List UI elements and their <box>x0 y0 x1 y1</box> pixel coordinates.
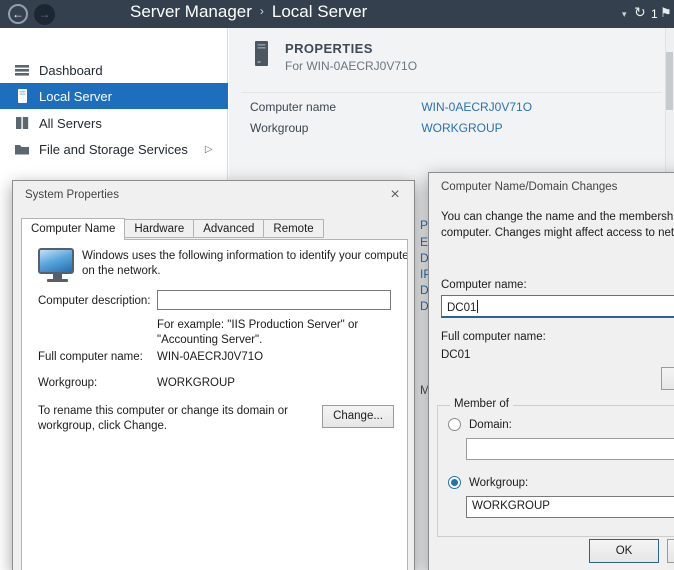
tab-remote[interactable]: Remote <box>264 219 323 238</box>
scrollbar-thumb[interactable] <box>666 52 673 110</box>
sidebar-item-dashboard[interactable]: Dashboard <box>0 57 228 83</box>
domain-radio[interactable]: Domain: <box>448 418 512 431</box>
dialog-title: System Properties <box>25 189 119 201</box>
dialog-intro-text: You can change the name and the membersh… <box>441 209 674 241</box>
sidebar-item-label: Dashboard <box>39 63 103 78</box>
intro-line: on the network. <box>82 264 408 279</box>
dialog-title: Computer Name/Domain Changes <box>441 181 617 193</box>
rename-line: To rename this computer or change its do… <box>38 404 288 419</box>
full-computer-name-value: WIN-0AECRJ0V71O <box>157 351 263 363</box>
storage-icon <box>14 141 30 157</box>
tab-computer-name[interactable]: Computer Name <box>21 218 125 240</box>
tab-advanced[interactable]: Advanced <box>194 219 264 238</box>
server-manager-window: ← → Server Manager›Local Server ▾ ↻ 1 ⚑ … <box>0 0 674 570</box>
properties-title: PROPERTIES <box>285 41 373 56</box>
rename-line: workgroup, click Change. <box>38 419 288 434</box>
forward-arrow-icon[interactable]: → <box>34 4 55 25</box>
intro-line: You can change the name and the membersh… <box>441 209 674 225</box>
expand-arrow-icon[interactable]: ▷ <box>205 144 213 155</box>
workgroup-input-value: WORKGROUP <box>472 500 550 512</box>
example-hint-text: For example: "IIS Production Server" or … <box>157 318 358 348</box>
system-properties-dialog: System Properties × Computer Name Hardwa… <box>12 180 415 570</box>
sidebar-item-label: All Servers <box>39 116 102 131</box>
server-icon <box>14 88 30 104</box>
workgroup-value: WORKGROUP <box>157 377 235 389</box>
sidebar-item-all-servers[interactable]: All Servers <box>0 110 228 136</box>
text-cursor <box>477 300 478 313</box>
change-button[interactable]: Change... <box>322 405 394 428</box>
back-arrow-icon[interactable]: ← <box>8 4 28 24</box>
chevron-down-icon[interactable]: ▾ <box>622 9 627 20</box>
member-of-label: Member of <box>450 398 513 410</box>
workgroup-input[interactable]: WORKGROUP <box>466 496 674 518</box>
computer-name-domain-changes-dialog: Computer Name/Domain Changes You can cha… <box>428 172 674 570</box>
sidebar-item-label: Local Server <box>39 89 112 104</box>
radio-checked-icon[interactable] <box>448 476 461 489</box>
sidebar-item-local-server[interactable]: Local Server <box>0 83 228 109</box>
server-tower-icon <box>253 40 271 71</box>
cancel-button-clipped[interactable] <box>667 539 674 563</box>
intro-line: computer. Changes might affect access to… <box>441 225 674 241</box>
computer-name-label: Computer name: <box>441 279 527 291</box>
computer-name-input-value: DC01 <box>447 302 476 314</box>
notification-count-badge: 1 <box>651 7 658 21</box>
intro-line: Windows uses the following information t… <box>82 249 408 264</box>
domain-radio-label: Domain: <box>469 419 512 431</box>
more-button-clipped[interactable] <box>661 367 674 390</box>
breadcrumb: Server Manager › Local Server <box>130 2 367 22</box>
example-line: For example: "IIS Production Server" or <box>157 318 358 333</box>
domain-input[interactable] <box>466 438 674 460</box>
divider <box>241 92 662 93</box>
monitor-icon <box>38 248 76 282</box>
full-computer-name-value: DC01 <box>441 349 470 361</box>
workgroup-link[interactable]: WORKGROUP <box>421 121 502 135</box>
dashboard-icon <box>14 62 30 78</box>
member-of-groupbox: Member of Domain: Workgroup: WORKGROUP <box>437 405 674 537</box>
full-computer-name-label: Full computer name: <box>38 351 143 363</box>
rename-hint-text: To rename this computer or change its do… <box>38 404 288 434</box>
dialog-intro-text: Windows uses the following information t… <box>82 249 408 279</box>
example-line: "Accounting Server". <box>157 333 358 348</box>
breadcrumb-location[interactable]: Local Server <box>272 2 367 21</box>
workgroup-radio-label: Workgroup: <box>469 477 528 489</box>
property-label: Computer name <box>250 100 418 114</box>
property-row: Workgroup WORKGROUP <box>250 121 670 135</box>
computer-name-input[interactable]: DC01 <box>441 295 674 318</box>
property-row: Computer name WIN-0AECRJ0V71O <box>250 100 670 114</box>
close-icon[interactable]: × <box>385 186 405 204</box>
workgroup-label: Workgroup: <box>38 377 97 389</box>
computer-description-input[interactable] <box>157 290 391 310</box>
computer-description-label: Computer description: <box>38 295 151 307</box>
properties-subtitle: For WIN-0AECRJ0V71O <box>285 59 417 73</box>
ok-button[interactable]: OK <box>589 539 659 563</box>
topbar: ← → Server Manager › Local Server ▾ ↻ 1 ⚑ <box>0 0 674 28</box>
computer-name-link[interactable]: WIN-0AECRJ0V71O <box>421 100 532 114</box>
full-computer-name-label: Full computer name: <box>441 331 546 343</box>
tab-strip: Computer Name Hardware Advanced Remote <box>21 218 324 240</box>
notification-flag-icon[interactable]: ⚑ <box>660 5 672 21</box>
tab-hardware[interactable]: Hardware <box>125 219 194 238</box>
radio-unchecked-icon[interactable] <box>448 418 461 431</box>
property-label: Workgroup <box>250 121 418 135</box>
sidebar-item-file-storage-services[interactable]: File and Storage Services ▷ <box>0 136 228 162</box>
workgroup-radio[interactable]: Workgroup: <box>448 476 528 489</box>
refresh-icon[interactable]: ↻ <box>634 4 646 21</box>
servers-icon <box>14 115 30 131</box>
sidebar-item-label: File and Storage Services <box>39 142 188 157</box>
breadcrumb-separator-icon: › <box>260 4 264 18</box>
app-title: Server Manager <box>130 2 252 21</box>
computer-name-tab-page: Windows uses the following information t… <box>21 239 408 570</box>
